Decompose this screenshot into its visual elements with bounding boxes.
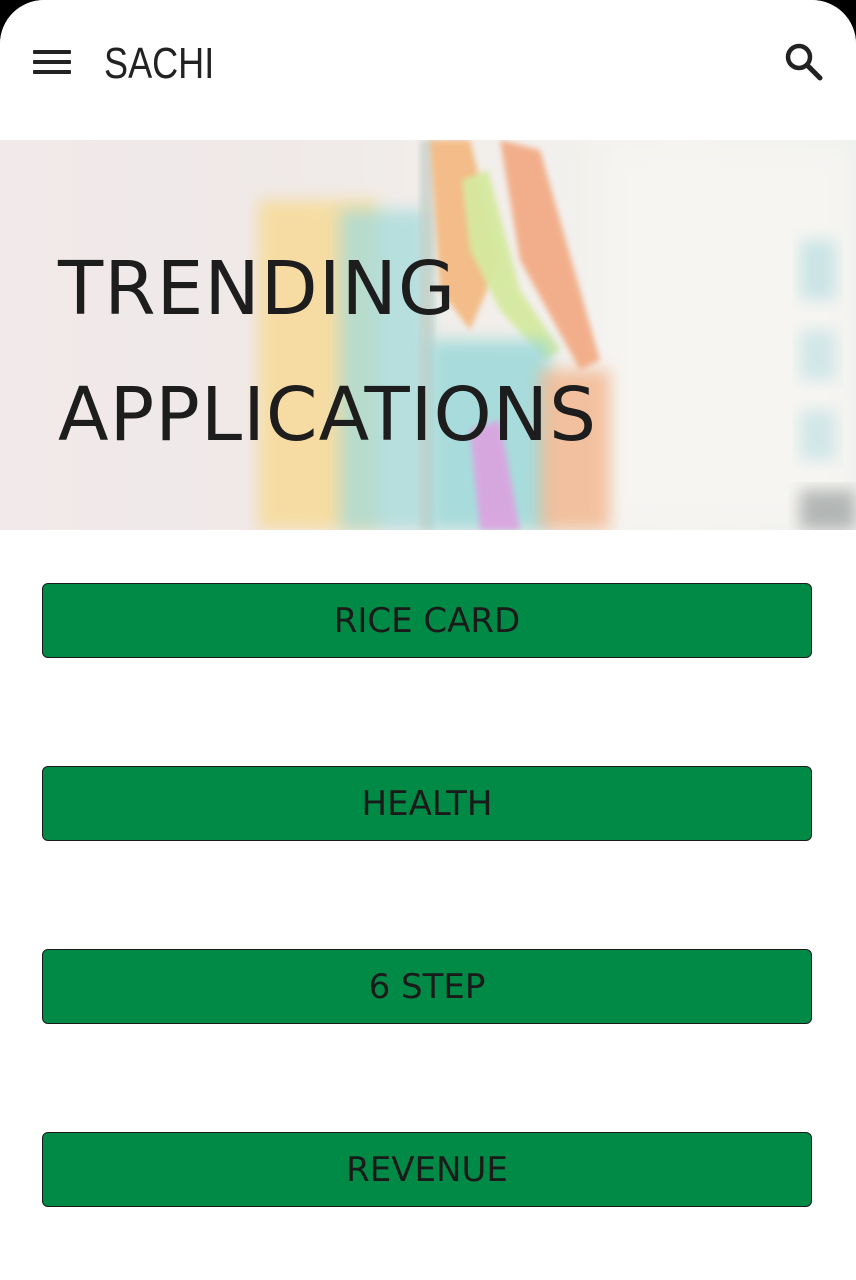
app-title: SACHI bbox=[104, 39, 215, 88]
rice-card-button[interactable]: RICE CARD bbox=[42, 583, 812, 658]
search-icon[interactable] bbox=[782, 40, 826, 84]
hero-title-line-1: TRENDING bbox=[58, 246, 457, 332]
revenue-button[interactable]: REVENUE bbox=[42, 1132, 812, 1207]
app-screen: SACHI TRENDING APPLICATIONS RICE CARD HE… bbox=[0, 0, 856, 1280]
health-button[interactable]: HEALTH bbox=[42, 766, 812, 841]
six-step-button[interactable]: 6 STEP bbox=[42, 949, 812, 1024]
hamburger-menu-icon[interactable] bbox=[30, 44, 74, 80]
hero-title: TRENDING APPLICATIONS bbox=[58, 226, 597, 478]
hero-title-line-2: APPLICATIONS bbox=[58, 372, 598, 458]
hero-banner: TRENDING APPLICATIONS bbox=[0, 140, 856, 530]
top-app-bar: SACHI bbox=[0, 0, 856, 140]
